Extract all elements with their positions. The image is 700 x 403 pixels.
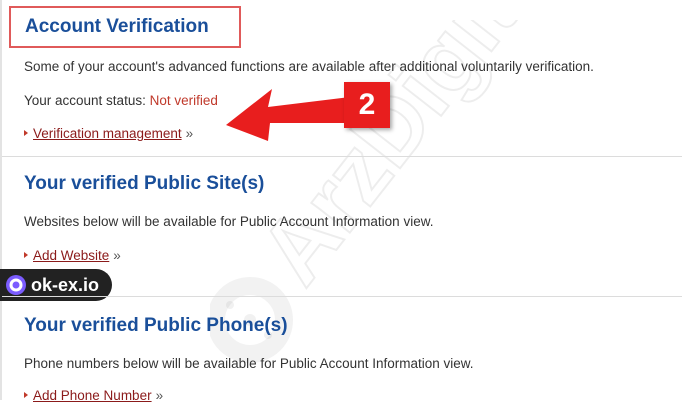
annotation-arrow-icon (226, 89, 350, 141)
public-sites-description: Websites below will be available for Pub… (24, 214, 434, 229)
link-chevron-icon: » (155, 388, 164, 403)
ok-ex-label: ok-ex.io (31, 275, 100, 295)
bullet-arrow-icon (24, 130, 28, 136)
link-chevron-icon: » (185, 126, 194, 141)
step-number-badge: 2 (344, 82, 390, 128)
add-website-row: Add Website » (24, 248, 121, 263)
page-left-border (0, 0, 2, 400)
public-phones-description: Phone numbers below will be available fo… (24, 356, 474, 371)
verification-management-link[interactable]: Verification management (33, 126, 182, 141)
add-phone-number-row: Add Phone Number» (24, 388, 163, 403)
bullet-arrow-icon (24, 392, 28, 398)
account-status-value: Not verified (149, 93, 218, 108)
account-verification-heading: Account Verification (9, 6, 241, 48)
section-divider (2, 296, 682, 297)
account-verification-description: Some of your account's advanced function… (24, 59, 594, 74)
account-status-line: Your account status: Not verified (24, 93, 218, 108)
add-website-link[interactable]: Add Website (33, 248, 109, 263)
section-divider (2, 156, 682, 157)
account-status-label: Your account status: (24, 93, 146, 108)
verification-management-row: Verification management» (24, 126, 193, 141)
account-verification-title: Account Verification (25, 16, 209, 37)
public-phones-heading: Your verified Public Phone(s) (24, 315, 288, 336)
bullet-arrow-icon (24, 252, 28, 258)
public-sites-heading: Your verified Public Site(s) (24, 173, 265, 194)
add-phone-number-link[interactable]: Add Phone Number (33, 388, 152, 403)
link-chevron-icon: » (113, 248, 121, 263)
ok-ex-logo-icon (6, 275, 26, 295)
